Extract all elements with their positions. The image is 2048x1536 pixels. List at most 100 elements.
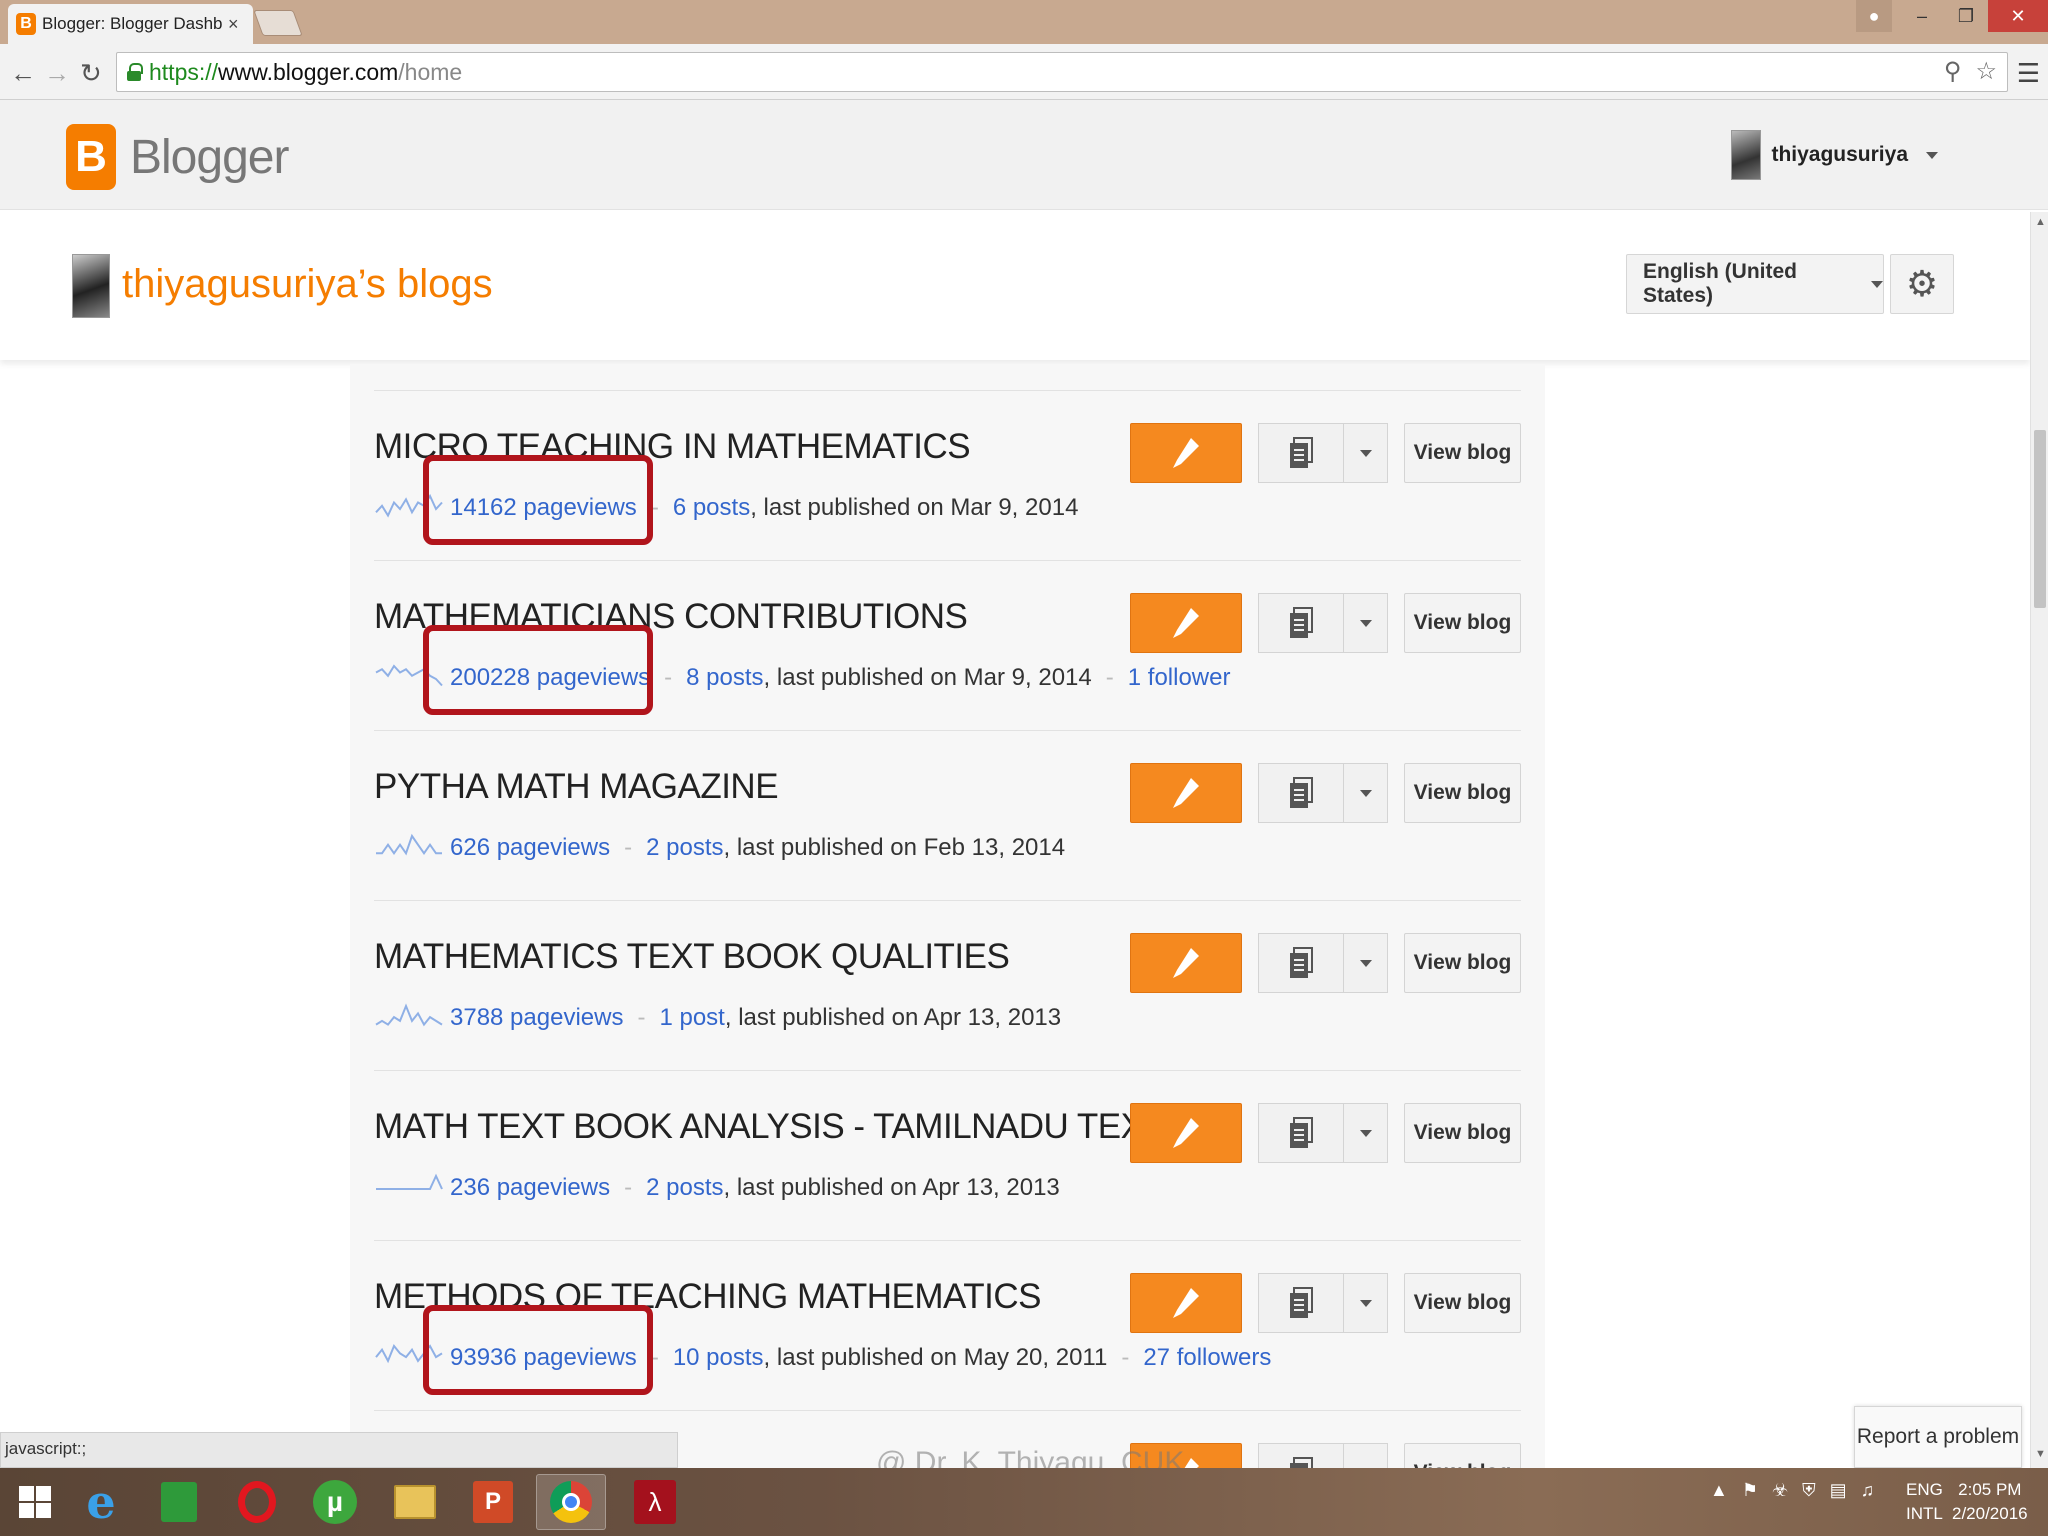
clock[interactable]: 2:05 PM 2/20/2016 [1952,1478,2028,1526]
document-icon [1290,607,1313,638]
page-scrollbar[interactable]: ▲ ▼ [2030,212,2048,1468]
blog-title[interactable]: PYTHA MATH MAGAZINE [374,767,779,807]
language-select[interactable]: English (United States) [1626,254,1884,314]
network-icon[interactable]: ▤ [1830,1480,1847,1501]
browser-toolbar: ← → ↻ https:// www.blogger.com /home ⚲ ☆… [0,44,2048,100]
new-post-button[interactable] [1130,1103,1242,1163]
followers-link[interactable]: 27 followers [1143,1344,1271,1372]
internet-explorer-icon[interactable]: e [66,1474,136,1530]
more-options-dropdown[interactable] [1344,1443,1388,1468]
blogger-logo-icon[interactable]: B [66,124,116,190]
username: thiyagusuriya [1771,143,1908,166]
posts-list-button[interactable] [1258,1273,1344,1333]
pageviews-link[interactable]: 236 pageviews [450,1174,610,1202]
separator: - [624,834,633,861]
close-window-icon[interactable]: ✕ [1988,0,2048,32]
posts-list-button[interactable] [1258,423,1344,483]
browser-tabstrip: B Blogger: Blogger Dashboard × ● – ❐ ✕ [0,0,2048,44]
input-language[interactable]: ENG INTL [1906,1478,1943,1526]
pageviews-link[interactable]: 626 pageviews [450,834,610,862]
zoom-icon[interactable]: ⚲ [1944,57,1962,86]
blog-title[interactable]: MATH TEXT BOOK ANALYSIS - TAMILNADU TEXT… [374,1107,1201,1147]
more-options-dropdown[interactable] [1344,1273,1388,1333]
browser-tab[interactable]: B Blogger: Blogger Dashboard × [8,4,253,44]
view-blog-button[interactable]: View blog [1404,1103,1521,1163]
pencil-icon [1173,1118,1199,1148]
account-menu[interactable]: thiyagusuriya [1731,130,1938,180]
bookmark-star-icon[interactable]: ☆ [1975,57,1997,86]
new-post-button[interactable] [1130,933,1242,993]
shield-icon[interactable]: ⛨ [1802,1480,1816,1501]
antivirus-icon[interactable]: ☣ [1772,1480,1788,1501]
windows-taskbar: e µ P λ ▲ ⚑ ☣ ⛨ ▤ ♫ ENG INTL 2:05 PM 2/2… [0,1468,2048,1536]
app-name[interactable]: Blogger [130,130,289,185]
store-icon[interactable] [144,1474,214,1530]
restore-icon[interactable]: ❐ [1944,0,1988,32]
chevron-down-icon [1359,1299,1372,1307]
view-blog-button[interactable]: View blog [1404,933,1521,993]
new-post-button[interactable] [1130,763,1242,823]
new-post-button[interactable] [1130,1273,1242,1333]
settings-button[interactable]: ⚙ [1890,254,1954,314]
powerpoint-icon[interactable]: P [458,1474,528,1530]
url-host: www.blogger.com [218,58,399,85]
last-published-text: , last published on Apr 13, 2013 [723,1174,1060,1201]
posts-list-button[interactable] [1258,763,1344,823]
browser-menu-icon[interactable]: ☰ [2017,58,2040,89]
address-bar[interactable]: https:// www.blogger.com /home ⚲ ☆ [116,52,2008,92]
new-post-button[interactable] [1130,593,1242,653]
back-arrow-icon[interactable]: ← [10,58,36,89]
view-blog-button[interactable]: View blog [1404,763,1521,823]
pageviews-link[interactable]: 3788 pageviews [450,1004,623,1032]
volume-icon[interactable]: ♫ [1861,1480,1875,1501]
scroll-down-icon[interactable]: ▼ [2035,1448,2046,1460]
more-options-dropdown[interactable] [1344,763,1388,823]
posts-list-button[interactable] [1258,1103,1344,1163]
chrome-icon[interactable] [536,1474,606,1530]
show-hidden-icons-icon[interactable]: ▲ [1710,1480,1728,1501]
minimize-icon[interactable]: – [1900,0,1944,32]
view-blog-button[interactable]: View blog [1404,1443,1521,1468]
tab-close-icon[interactable]: × [228,14,239,35]
followers-link[interactable]: 1 follower [1128,664,1231,692]
gear-icon: ⚙ [1905,263,1939,304]
acrobat-icon[interactable]: λ [620,1474,690,1530]
posts-list-button[interactable] [1258,933,1344,993]
view-blog-button[interactable]: View blog [1404,1273,1521,1333]
flag-icon[interactable]: ⚑ [1742,1480,1758,1501]
separator: - [637,1004,646,1031]
separator: - [1121,1344,1130,1371]
more-options-dropdown[interactable] [1344,423,1388,483]
view-blog-button[interactable]: View blog [1404,593,1521,653]
new-tab-button[interactable] [253,10,303,36]
new-post-button[interactable] [1130,423,1242,483]
window-controls: ● – ❐ ✕ [1856,0,2048,32]
highlight-annotation [423,1305,653,1395]
more-options-dropdown[interactable] [1344,593,1388,653]
profile-icon[interactable]: ● [1856,0,1892,32]
posts-link[interactable]: 8 posts [686,664,763,692]
more-options-dropdown[interactable] [1344,1103,1388,1163]
posts-link[interactable]: 6 posts [673,494,750,522]
posts-link[interactable]: 10 posts [673,1344,764,1372]
posts-list-button[interactable] [1258,593,1344,653]
posts-link[interactable]: 2 posts [646,834,723,862]
opera-icon[interactable] [222,1474,292,1530]
file-explorer-icon[interactable] [380,1474,450,1530]
posts-link[interactable]: 1 post [659,1004,724,1032]
scroll-up-icon[interactable]: ▲ [2035,216,2046,228]
reload-icon[interactable]: ↻ [80,58,102,89]
chevron-down-icon [1359,1129,1372,1137]
report-problem-button[interactable]: Report a problem [1854,1406,2022,1468]
more-options-dropdown[interactable] [1344,933,1388,993]
start-button[interactable] [0,1474,70,1530]
blog-title[interactable]: MATHEMATICS TEXT BOOK QUALITIES [374,937,1010,977]
utorrent-icon[interactable]: µ [300,1474,370,1530]
forward-arrow-icon[interactable]: → [44,58,70,89]
scrollbar-thumb[interactable] [2034,430,2046,608]
document-icon [1290,1287,1313,1318]
last-published-text: , last published on Mar 9, 2014 [763,664,1092,691]
posts-link[interactable]: 2 posts [646,1174,723,1202]
posts-list-button[interactable] [1258,1443,1344,1468]
view-blog-button[interactable]: View blog [1404,423,1521,483]
